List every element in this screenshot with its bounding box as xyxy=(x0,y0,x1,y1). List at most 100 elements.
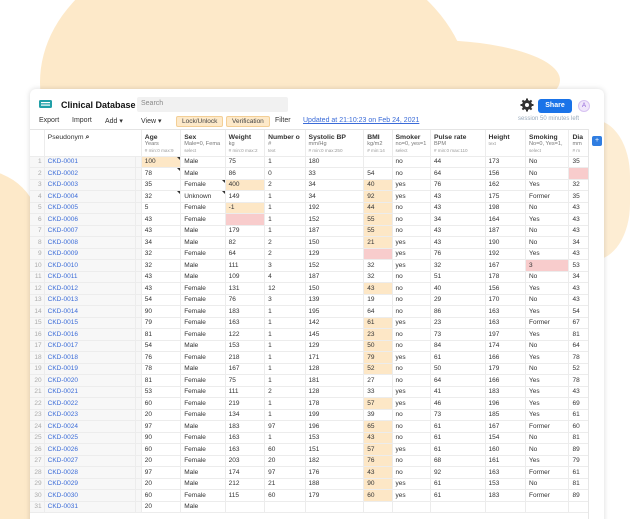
table-cell[interactable]: 115 xyxy=(225,489,266,502)
table-cell[interactable]: 212 xyxy=(225,478,266,490)
table-cell[interactable]: 60 xyxy=(363,489,393,502)
pseudonym-link[interactable]: CKD-0014 xyxy=(44,305,136,318)
table-cell[interactable]: 163 xyxy=(485,317,526,329)
pseudonym-link[interactable]: CKD-0008 xyxy=(44,236,136,249)
pseudonym-link[interactable]: CKD-0010 xyxy=(44,259,136,272)
pseudonym-link[interactable]: CKD-0019 xyxy=(44,363,136,375)
table-cell[interactable]: 32 xyxy=(568,179,590,191)
table-row[interactable]: 22 CKD-0022 60 Female 219 1 178 57 yes 46 196 Yes 69 xyxy=(30,397,590,410)
table-cell[interactable]: 179 xyxy=(225,225,266,237)
table-cell[interactable]: Former xyxy=(525,489,570,502)
table-cell[interactable]: 81 xyxy=(568,328,590,341)
table-cell[interactable]: no xyxy=(392,455,431,467)
table-cell[interactable]: 43 xyxy=(430,225,486,237)
table-cell[interactable]: no xyxy=(392,432,431,444)
table-cell[interactable]: 76 xyxy=(225,294,266,306)
pseudonym-link[interactable]: CKD-0027 xyxy=(44,455,136,467)
table-cell[interactable]: 68 xyxy=(430,455,486,467)
table-cell[interactable]: 73 xyxy=(430,409,486,421)
table-cell[interactable]: 2 xyxy=(264,248,306,260)
table-cell[interactable]: 61 xyxy=(430,432,486,444)
table-cell[interactable]: 78 xyxy=(568,374,590,387)
table-cell[interactable]: 86 xyxy=(430,305,486,318)
table-cell[interactable]: 79 xyxy=(363,351,393,364)
table-row[interactable]: 25 CKD-0025 90 Female 163 1 153 43 no 61 154 No 81 xyxy=(30,432,590,444)
table-cell[interactable]: Female xyxy=(180,213,226,226)
table-cell[interactable]: 170 xyxy=(485,294,526,306)
table-row[interactable]: 19 CKD-0019 78 Male 167 1 128 52 no 50 179 No 52 xyxy=(30,363,590,375)
table-cell[interactable]: 43 xyxy=(568,294,590,306)
table-cell[interactable]: No xyxy=(525,236,570,249)
table-cell[interactable]: 97 xyxy=(141,420,182,433)
table-cell[interactable]: 139 xyxy=(305,294,365,306)
table-cell[interactable] xyxy=(363,156,393,168)
table-cell[interactable]: Former xyxy=(525,317,570,329)
view-menu[interactable]: View ▾ xyxy=(141,117,162,125)
table-cell[interactable]: 34 xyxy=(141,236,182,249)
table-row[interactable]: 15 CKD-0015 79 Female 163 1 142 61 yes 23 163 Forme… xyxy=(30,317,590,329)
table-cell[interactable]: Male xyxy=(180,156,226,168)
table-cell[interactable]: 43 xyxy=(363,282,393,295)
table-row[interactable]: 2 CKD-0002 78 Male 86 0 33 54 no 64 156 No xyxy=(30,167,590,180)
table-cell[interactable]: 76 xyxy=(141,351,182,364)
table-row[interactable]: 7 CKD-0007 43 Male 179 1 187 55 no 43 187 No 43 xyxy=(30,225,590,237)
table-cell[interactable]: Male xyxy=(180,363,226,375)
table-cell[interactable]: 1 xyxy=(264,432,306,444)
table-cell[interactable]: No xyxy=(525,167,570,180)
table-cell[interactable]: 181 xyxy=(305,374,365,387)
table-cell[interactable]: 43 xyxy=(568,213,590,226)
pseudonym-link[interactable]: CKD-0030 xyxy=(44,489,136,502)
table-row[interactable]: 30 CKD-0030 60 Female 115 60 179 60 yes 61 183 Form… xyxy=(30,489,590,502)
table-cell[interactable]: no xyxy=(392,420,431,433)
table-cell[interactable]: Female xyxy=(180,432,226,444)
table-cell[interactable]: 64 xyxy=(568,340,590,352)
table-cell[interactable]: 185 xyxy=(485,409,526,421)
table-cell[interactable]: 53 xyxy=(568,259,590,272)
pseudonym-link[interactable]: CKD-0004 xyxy=(44,190,136,203)
table-cell[interactable]: 33 xyxy=(363,386,393,398)
table-cell[interactable]: 12 xyxy=(264,282,306,295)
table-cell[interactable]: 57 xyxy=(363,397,393,410)
table-cell[interactable]: No xyxy=(525,225,570,237)
table-cell[interactable]: 54 xyxy=(568,305,590,318)
table-cell[interactable]: 60 xyxy=(141,397,182,410)
table-cell[interactable]: 199 xyxy=(305,409,365,421)
table-cell[interactable]: 122 xyxy=(225,328,266,341)
table-cell[interactable]: Yes xyxy=(525,386,570,398)
table-cell[interactable]: 32 xyxy=(141,248,182,260)
table-cell[interactable]: 46 xyxy=(430,397,486,410)
table-cell[interactable]: No xyxy=(525,340,570,352)
table-cell[interactable]: Yes xyxy=(525,374,570,387)
table-cell[interactable]: 2 xyxy=(264,236,306,249)
table-cell[interactable] xyxy=(525,501,570,513)
table-row[interactable]: 14 CKD-0014 90 Female 183 1 195 64 no 86 163 Yes 54 xyxy=(30,305,590,318)
table-cell[interactable]: 60 xyxy=(141,443,182,456)
lock-unlock-button[interactable]: Lock/Unlock xyxy=(176,116,224,127)
table-cell[interactable]: 75 xyxy=(225,374,266,387)
table-cell[interactable]: Female xyxy=(180,409,226,421)
table-cell[interactable]: 40 xyxy=(363,179,393,191)
table-cell[interactable]: 78 xyxy=(568,351,590,364)
table-cell[interactable]: 20 xyxy=(141,501,182,513)
table-cell[interactable]: 23 xyxy=(430,317,486,329)
table-cell[interactable]: 44 xyxy=(430,156,486,168)
table-cell[interactable]: 198 xyxy=(485,202,526,214)
table-cell[interactable]: 160 xyxy=(485,443,526,456)
table-cell[interactable]: No xyxy=(525,443,570,456)
table-cell[interactable]: no xyxy=(392,305,431,318)
pseudonym-link[interactable]: CKD-0013 xyxy=(44,294,136,306)
table-cell[interactable]: 61 xyxy=(430,443,486,456)
table-cell[interactable]: 89 xyxy=(568,489,590,502)
table-cell[interactable]: 1 xyxy=(264,317,306,329)
table-cell[interactable]: 97 xyxy=(141,466,182,479)
table-cell[interactable]: 92 xyxy=(363,190,393,203)
table-cell[interactable]: 55 xyxy=(363,225,393,237)
table-cell[interactable]: 43 xyxy=(141,225,182,237)
column-header[interactable]: Sex Male=0, Fema select xyxy=(180,130,226,157)
table-cell[interactable]: Male xyxy=(180,259,226,272)
table-cell[interactable]: 51 xyxy=(430,271,486,283)
table-cell[interactable]: 183 xyxy=(485,386,526,398)
table-cell[interactable]: 90 xyxy=(141,305,182,318)
table-cell[interactable]: 20 xyxy=(264,455,306,467)
table-cell[interactable]: 183 xyxy=(485,489,526,502)
